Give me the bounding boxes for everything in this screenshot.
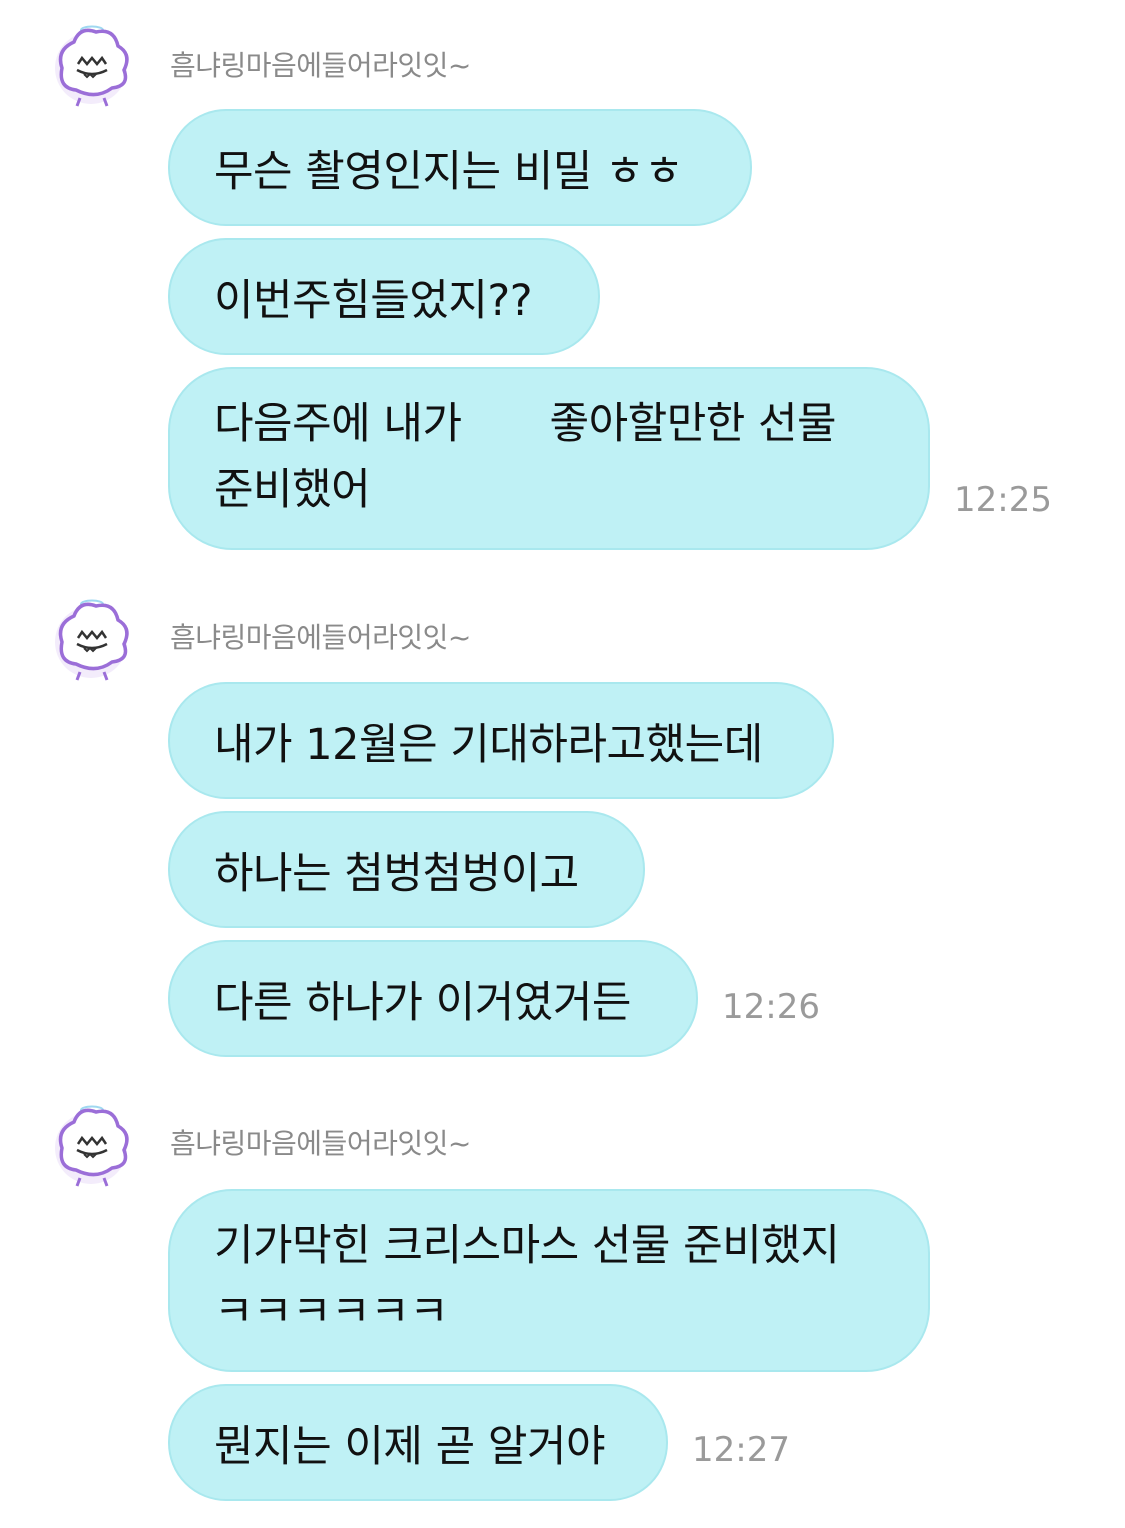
message-timestamp: 12:25	[954, 480, 1052, 520]
avatar-icon[interactable]	[48, 586, 134, 682]
message-bubble[interactable]: 무슨 촬영인지는 비밀 ㅎㅎ	[168, 109, 752, 226]
message-text: 무슨 촬영인지는 비밀 ㅎㅎ	[214, 146, 684, 197]
message-bubble[interactable]: 기가막힌 크리스마스 선물 준비했지 ㅋㅋㅋㅋㅋㅋ	[168, 1189, 930, 1372]
message-text: 다른 하나가 이거였거든	[214, 977, 631, 1028]
message-timestamp: 12:27	[692, 1430, 790, 1470]
message-text: 내가 12월은 기대하라고했는데	[214, 719, 763, 770]
avatar-icon[interactable]	[48, 1092, 134, 1188]
message-text: 기가막힌 크리스마스 선물 준비했지	[214, 1221, 840, 1271]
message-bubble[interactable]: 다른 하나가 이거였거든	[168, 940, 698, 1057]
message-text: 준비했어	[214, 465, 371, 515]
sender-name: 흠냐링마음에들어라잇잇~	[170, 1127, 471, 1160]
message-bubble[interactable]: 이번주힘들었지??	[168, 238, 600, 355]
message-bubble[interactable]: 내가 12월은 기대하라고했는데	[168, 682, 834, 799]
sender-name: 흠냐링마음에들어라잇잇~	[170, 49, 471, 82]
message-bubble[interactable]: 다음주에 내가 좋아할만한 선물 준비했어	[168, 367, 930, 550]
message-text: 이번주힘들었지??	[214, 275, 533, 326]
message-text: 좋아할만한 선물	[549, 399, 837, 449]
sender-name: 흠냐링마음에들어라잇잇~	[170, 621, 471, 654]
message-text: 하나는 첨벙첨벙이고	[214, 848, 579, 899]
message-text: 뭔지는 이제 곧 알거야	[214, 1421, 606, 1472]
message-text: 다음주에 내가	[214, 399, 462, 449]
avatar-icon[interactable]	[48, 12, 134, 108]
message-line: 다음주에 내가 좋아할만한 선물	[214, 391, 884, 457]
message-timestamp: 12:26	[722, 987, 820, 1027]
message-bubble[interactable]: 하나는 첨벙첨벙이고	[168, 811, 645, 928]
message-bubble[interactable]: 뭔지는 이제 곧 알거야	[168, 1384, 668, 1501]
message-text: ㅋㅋㅋㅋㅋㅋ	[214, 1287, 449, 1337]
